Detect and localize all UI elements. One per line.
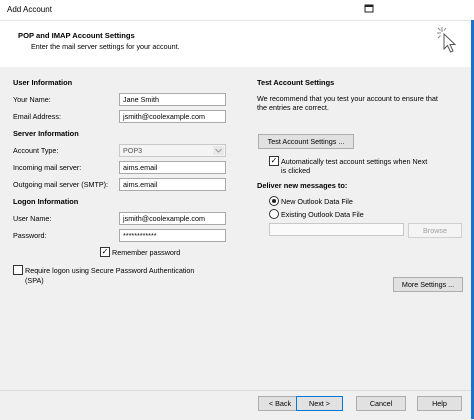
auto-test-checkbox[interactable]: ✓ [269,156,279,166]
test-settings-heading: Test Account Settings [257,78,335,87]
password-input[interactable]: ************ [119,229,226,242]
user-name-input[interactable]: jsmith@coolexample.com [119,212,226,225]
existing-data-file-input[interactable] [269,223,404,236]
test-description: We recommend that you test your account … [257,94,438,103]
remember-password-label: Remember password [112,248,181,257]
test-description-continued: the entries are correct. [257,103,329,112]
cancel-button[interactable]: Cancel [356,396,406,411]
email-input[interactable]: jsmith@coolexample.com [119,110,226,123]
new-data-file-label: New Outlook Data File [281,197,353,206]
radio-selected-dot [272,199,276,203]
more-settings-button[interactable]: More Settings ... [393,277,463,292]
test-account-settings-button[interactable]: Test Account Settings ... [258,134,354,149]
existing-data-file-label: Existing Outlook Data File [281,210,364,219]
help-button[interactable]: Help [417,396,462,411]
wizard-cursor-icon [436,25,464,53]
user-info-heading: User Information [13,78,73,87]
spa-label-continued: (SPA) [25,276,44,285]
chevron-down-icon [213,146,224,155]
account-type-select[interactable]: POP3 [119,144,226,157]
restore-icon[interactable] [362,3,376,15]
page-title: POP and IMAP Account Settings [18,31,135,40]
page-subtitle: Enter the mail server settings for your … [31,42,180,51]
your-name-label: Your Name: [13,95,51,104]
outgoing-server-input[interactable]: aims.email [119,178,226,191]
next-button[interactable]: Next > [296,396,343,411]
outgoing-server-label: Outgoing mail server (SMTP): [13,180,109,189]
incoming-server-input[interactable]: aims.email [119,161,226,174]
logon-info-heading: Logon Information [13,197,79,206]
new-data-file-radio[interactable] [269,196,279,206]
existing-data-file-radio[interactable] [269,209,279,219]
password-label: Password: [13,231,47,240]
user-name-label: User Name: [13,214,52,223]
account-type-value: POP3 [123,146,143,155]
your-name-input[interactable]: Jane Smith [119,93,226,106]
account-type-label: Account Type: [13,146,59,155]
incoming-server-label: Incoming mail server: [13,163,82,172]
auto-test-label-continued: is clicked [281,166,311,175]
title-bar [0,0,474,21]
server-info-heading: Server Information [13,129,79,138]
window-title: Add Account [7,5,52,14]
remember-password-checkbox[interactable]: ✓ [100,247,110,257]
spa-label: Require logon using Secure Password Auth… [25,266,195,275]
auto-test-label: Automatically test account settings when… [281,157,428,166]
deliver-heading: Deliver new messages to: [257,181,348,190]
spa-checkbox[interactable] [13,265,23,275]
email-label: Email Address: [13,112,61,121]
browse-button[interactable]: Browse [408,223,462,238]
